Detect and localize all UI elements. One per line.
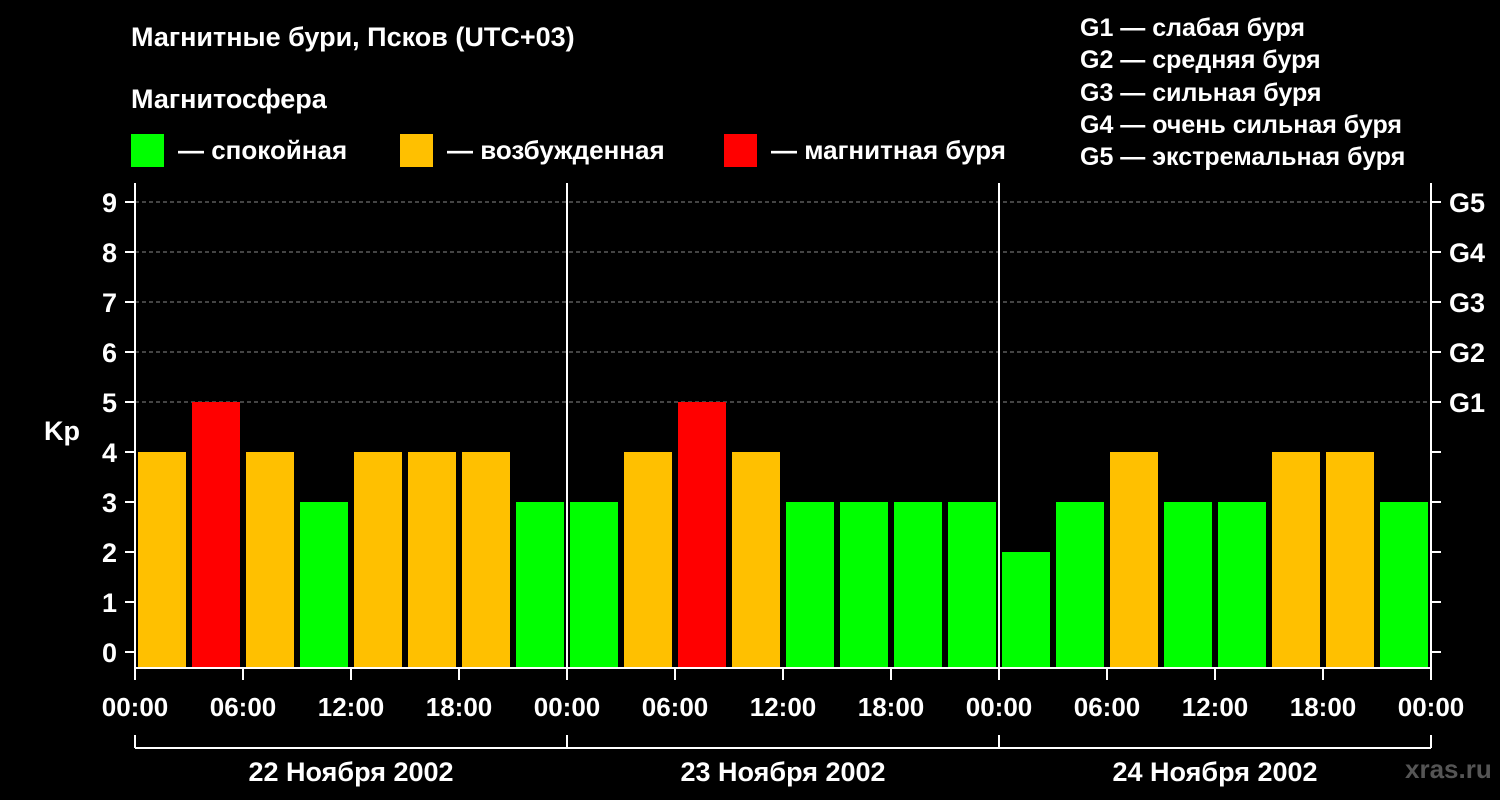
kp-bar-20 xyxy=(1218,502,1266,668)
kp-bar-11 xyxy=(732,452,780,668)
kp-bar-1 xyxy=(192,402,240,668)
y-tick-label-6: 6 xyxy=(102,338,117,368)
kp-bar-15 xyxy=(948,502,996,668)
kp-bar-21 xyxy=(1272,452,1320,668)
x-tick-label-11: 18:00 xyxy=(1290,692,1357,722)
kp-bar-12 xyxy=(786,502,834,668)
y-axis-label: Kp xyxy=(44,416,80,446)
kp-bar-22 xyxy=(1326,452,1374,668)
x-tick-label-1: 06:00 xyxy=(210,692,277,722)
y-tick-label-2: 2 xyxy=(102,538,117,568)
right-axis-label-G1: G1 xyxy=(1449,388,1485,418)
x-tick-label-4: 00:00 xyxy=(534,692,601,722)
kp-bar-16 xyxy=(1002,552,1050,668)
kp-bar-7 xyxy=(516,502,564,668)
y-tick-label-7: 7 xyxy=(102,288,117,318)
kp-bar-14 xyxy=(894,502,942,668)
right-axis-label-G3: G3 xyxy=(1449,288,1485,318)
kp-bar-19 xyxy=(1164,502,1212,668)
x-tick-label-2: 12:00 xyxy=(318,692,385,722)
y-tick-label-4: 4 xyxy=(102,438,117,468)
day-label-1: 23 Ноября 2002 xyxy=(680,757,885,787)
x-tick-label-3: 18:00 xyxy=(426,692,493,722)
kp-bar-3 xyxy=(300,502,348,668)
kp-bar-6 xyxy=(462,452,510,668)
day-label-0: 22 Ноября 2002 xyxy=(248,757,453,787)
watermark: xras.ru xyxy=(1405,754,1492,784)
kp-bar-18 xyxy=(1110,452,1158,668)
kp-bar-4 xyxy=(354,452,402,668)
kp-bar-5 xyxy=(408,452,456,668)
x-tick-label-9: 06:00 xyxy=(1074,692,1141,722)
x-tick-label-10: 12:00 xyxy=(1182,692,1249,722)
y-tick-label-3: 3 xyxy=(102,488,117,518)
day-label-2: 24 Ноября 2002 xyxy=(1112,757,1317,787)
x-tick-label-5: 06:00 xyxy=(642,692,709,722)
kp-bar-17 xyxy=(1056,502,1104,668)
kp-bar-9 xyxy=(624,452,672,668)
y-tick-label-9: 9 xyxy=(102,188,117,218)
right-axis-label-G4: G4 xyxy=(1449,238,1485,268)
right-axis-label-G5: G5 xyxy=(1449,188,1485,218)
kp-bar-13 xyxy=(840,502,888,668)
x-tick-label-12: 00:00 xyxy=(1398,692,1465,722)
right-axis-label-G2: G2 xyxy=(1449,338,1485,368)
kp-bar-chart: 0 1 2 3 4 5 6 7 8 9 G1 G2 G3 G4 G5 Kp 00:00 06:00 12:00 18:… xyxy=(44,183,1485,787)
kp-bar-2 xyxy=(246,452,294,668)
x-tick-label-6: 12:00 xyxy=(750,692,817,722)
x-tick-label-8: 00:00 xyxy=(966,692,1033,722)
kp-bar-10 xyxy=(678,402,726,668)
y-tick-label-8: 8 xyxy=(102,238,117,268)
kp-bar-8 xyxy=(570,502,618,668)
y-tick-label-1: 1 xyxy=(102,588,117,618)
y-tick-label-0: 0 xyxy=(102,638,117,668)
x-tick-label-0: 00:00 xyxy=(102,692,169,722)
kp-bar-0 xyxy=(138,452,186,668)
kp-bar-23 xyxy=(1380,502,1428,668)
x-tick-label-7: 18:00 xyxy=(858,692,925,722)
y-tick-label-5: 5 xyxy=(102,388,117,418)
